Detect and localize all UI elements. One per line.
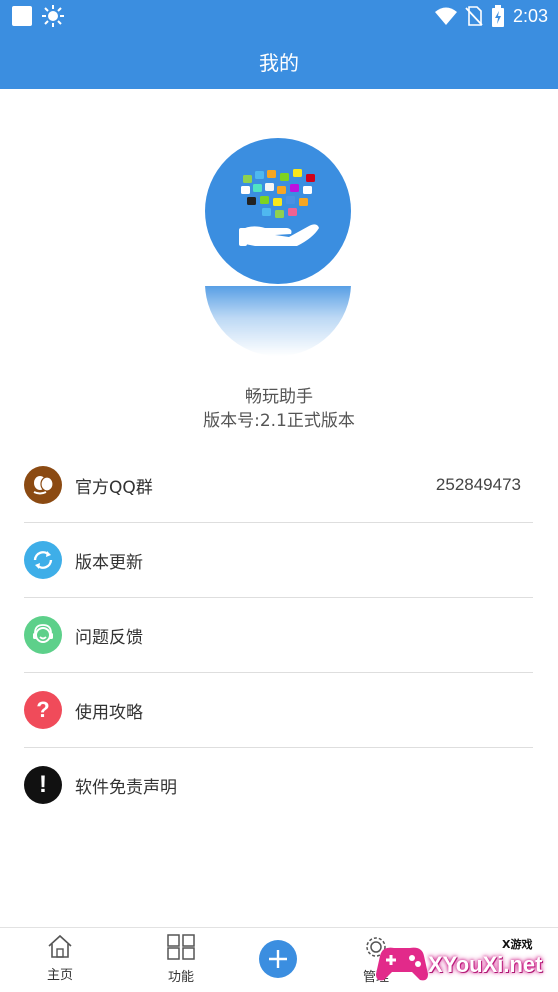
notification-square-icon [12,6,32,26]
refresh-icon [24,541,62,579]
nav-features[interactable]: 功能 [141,934,221,985]
watermark-text: XYouXi.net [428,952,543,977]
hand-apps-icon [239,169,319,246]
status-right: 2:03 [434,5,548,27]
qq-group-number: 252849473 [435,475,521,494]
reflection-fade [205,286,351,356]
menu-item-usage-guide[interactable]: ? 使用攻略 [24,673,533,748]
battery-charging-icon [491,5,504,27]
app-logo-reflection [205,286,351,356]
question-icon: ? [24,691,62,729]
nav-home[interactable]: 主页 [20,934,100,983]
nav-home-label: 主页 [46,968,73,983]
watermark-small-text: X游戏 [502,938,533,951]
screen: 2:03 我的 畅玩助手 版本号:2.1正式版本 官方QQ群 252849473… [0,0,558,992]
menu-label-version-update: 版本更新 [75,552,143,573]
nav-features-label: 功能 [167,970,194,985]
status-time: 2:03 [512,5,548,26]
no-sim-icon [465,6,483,26]
menu-item-qq-group[interactable]: 官方QQ群 252849473 [24,448,533,523]
menu-item-feedback[interactable]: 问题反馈 [24,598,533,673]
add-icon [269,950,287,968]
menu-label-qq-group: 官方QQ群 [75,477,153,498]
menu-label-feedback: 问题反馈 [75,627,143,648]
menu-label-usage-guide: 使用攻略 [75,702,143,723]
settings-menu: 官方QQ群 252849473 版本更新 问题反馈 ? 使用攻略 ! 软件免责声… [0,448,558,822]
app-logo-circle [205,138,351,284]
add-button[interactable] [259,940,297,978]
gamepad-logo-icon [376,947,428,981]
status-bar: 2:03 [0,0,558,33]
app-name: 畅玩助手 [245,387,313,407]
qq-group-icon [24,466,62,504]
app-logo [205,138,351,284]
menu-label-disclaimer: 软件免责声明 [75,777,177,798]
brightness-icon [42,5,64,27]
app-header: 我的 [0,33,558,89]
watermark: X游戏 XYouXi.net [376,930,558,992]
home-icon [48,934,72,958]
menu-item-version-update[interactable]: 版本更新 [24,523,533,598]
page-title: 我的 [259,50,299,75]
app-version: 版本号:2.1正式版本 [203,411,355,431]
grid-icon [167,934,195,960]
menu-item-disclaimer[interactable]: ! 软件免责声明 [24,748,533,822]
wifi-icon [434,7,457,25]
exclamation-icon: ! [24,766,62,804]
status-left [12,5,64,27]
feedback-icon [24,616,62,654]
